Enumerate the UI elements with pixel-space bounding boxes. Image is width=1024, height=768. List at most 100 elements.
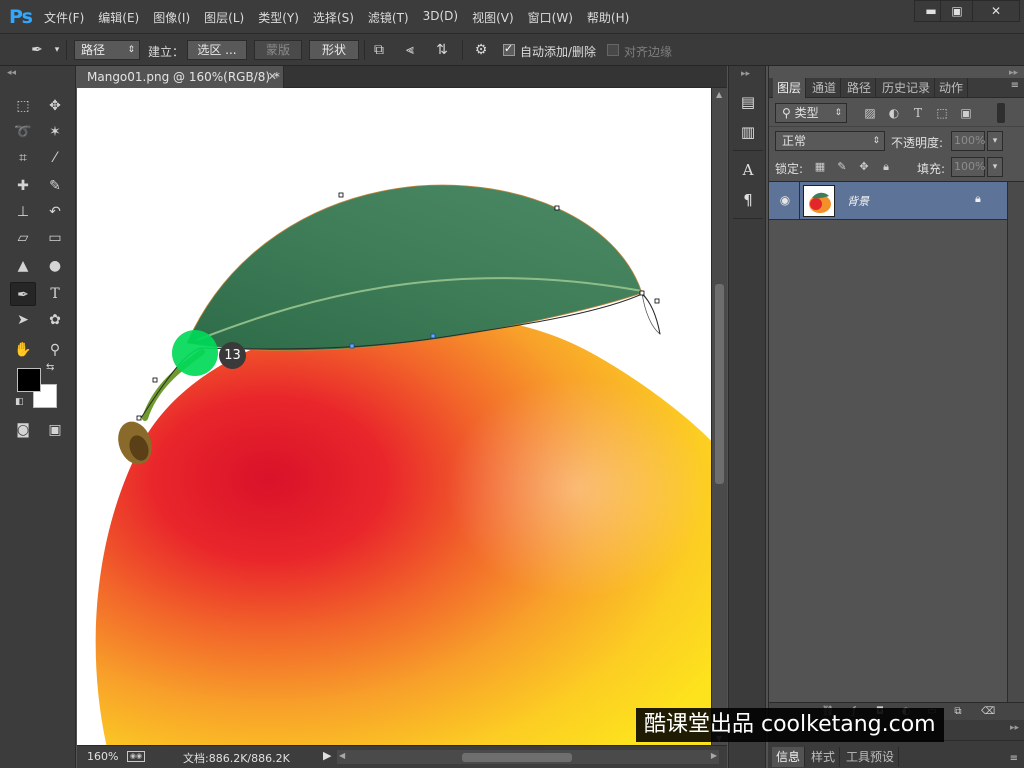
menu-image[interactable]: 图像(I) (153, 9, 190, 26)
dock-collapse-icon[interactable]: ▸▸ (741, 69, 750, 79)
menu-help[interactable]: 帮助(H) (587, 9, 629, 26)
blend-mode-select[interactable]: 正常 ⇕ (775, 131, 885, 151)
filter-kind-select[interactable]: ⚲ 类型 ⇕ (775, 103, 847, 123)
tab-channels[interactable]: 通道 (808, 78, 842, 98)
type-tool-icon[interactable]: T (42, 282, 68, 306)
lock-position-icon[interactable]: ✥ (857, 160, 871, 174)
make-shape-button[interactable]: 形状 (309, 40, 359, 60)
status-menu-arrow-icon[interactable]: ▶ (323, 749, 331, 762)
path-arrangement-icon[interactable]: ⇅ (433, 42, 451, 58)
tab-history[interactable]: 历史记录 (878, 78, 936, 98)
menu-window[interactable]: 窗口(W) (528, 9, 573, 26)
swap-colors-icon[interactable]: ⇆ (46, 362, 54, 373)
gradient-tool-icon[interactable]: ▭ (42, 226, 68, 250)
eye-icon[interactable]: ◉ (777, 193, 793, 207)
panel-collapse-icon[interactable]: ◂◂ (7, 68, 16, 78)
make-selection-button[interactable]: 选区 ... (187, 40, 247, 60)
new-layer-icon[interactable]: ⧉ (951, 705, 965, 719)
preset-dropdown-arrow-icon[interactable]: ▾ (48, 42, 66, 58)
filter-toggle[interactable] (997, 103, 1005, 123)
path-alignment-icon[interactable]: ⫷ (401, 42, 419, 58)
path-operations-icon[interactable]: ⧉ (370, 42, 388, 58)
healing-brush-tool-icon[interactable]: ✚ (10, 174, 36, 198)
adjustment-layer-filter-icon[interactable]: ◐ (887, 106, 901, 120)
menu-edit[interactable]: 编辑(E) (98, 9, 139, 26)
panel-collapse-icon[interactable]: ▸▸ (1010, 723, 1019, 733)
layer-row[interactable]: ◉ 背景 🔒︎ (769, 182, 1007, 220)
scroll-up-icon[interactable]: ▲ (716, 90, 722, 99)
tab-info[interactable]: 信息 (772, 747, 806, 767)
fill-input[interactable]: 100% (951, 157, 985, 177)
scroll-right-icon[interactable]: ▶ (711, 751, 717, 760)
document-canvas[interactable]: 13 (77, 88, 711, 745)
tab-actions[interactable]: 动作 (935, 78, 969, 98)
menu-file[interactable]: 文件(F) (44, 9, 84, 26)
close-button[interactable]: ✕ (972, 0, 1020, 22)
horizontal-scroll-thumb[interactable] (462, 753, 572, 762)
panel-menu-icon[interactable]: ≡ (1010, 753, 1018, 764)
eraser-tool-icon[interactable]: ▱ (10, 226, 36, 250)
tool-mode-select[interactable]: 路径 ⇕ (74, 40, 140, 60)
type-layer-filter-icon[interactable]: T (911, 106, 925, 120)
clone-stamp-tool-icon[interactable]: ⊥ (10, 200, 36, 224)
menu-select[interactable]: 选择(S) (313, 9, 354, 26)
document-tab[interactable]: Mango01.png @ 160%(RGB/8) * ✕ (77, 66, 284, 88)
tab-layers[interactable]: 图层 (773, 78, 807, 98)
history-brush-tool-icon[interactable]: ↶ (42, 200, 68, 224)
opacity-dropdown-icon[interactable]: ▾ (987, 131, 1003, 151)
hand-tool-icon[interactable]: ✋ (10, 338, 36, 362)
panel-menu-icon[interactable]: ≡ (1011, 80, 1019, 91)
move-tool-icon[interactable]: ✥ (42, 94, 68, 118)
custom-shape-tool-icon[interactable]: ✿ (42, 308, 68, 332)
canvas-horizontal-scrollbar[interactable]: ◀ ▶ (337, 750, 719, 764)
panel-collapse-icon[interactable]: ▸▸ (1009, 68, 1018, 78)
dodge-tool-icon[interactable]: ● (42, 254, 68, 278)
auto-add-delete-checkbox[interactable] (503, 42, 515, 56)
menu-view[interactable]: 视图(V) (472, 9, 514, 26)
scroll-left-icon[interactable]: ◀ (339, 751, 345, 760)
brush-tool-icon[interactable]: ✎ (42, 174, 68, 198)
layer-name[interactable]: 背景 (847, 193, 869, 209)
lock-pixels-icon[interactable]: ✎ (835, 160, 849, 174)
quick-mask-icon[interactable]: ◙ (10, 418, 36, 442)
lasso-tool-icon[interactable]: ➰ (10, 120, 36, 144)
zoom-level[interactable]: 160% (87, 750, 118, 763)
menu-layer[interactable]: 图层(L) (204, 9, 244, 26)
tab-styles[interactable]: 样式 (807, 747, 841, 767)
path-selection-tool-icon[interactable]: ➤ (10, 308, 36, 332)
align-edges-checkbox[interactable] (607, 44, 619, 56)
blur-tool-icon[interactable]: ▲ (10, 254, 36, 278)
vertical-scroll-thumb[interactable] (715, 284, 724, 484)
magic-wand-tool-icon[interactable]: ✶ (42, 120, 68, 144)
layers-scrollbar[interactable] (1007, 182, 1024, 702)
tab-tool-presets[interactable]: 工具预设 (842, 747, 900, 767)
tab-paths[interactable]: 路径 (843, 78, 877, 98)
make-mask-button[interactable]: 蒙版 (254, 40, 302, 60)
pixel-layer-filter-icon[interactable]: ▨ (863, 106, 877, 120)
delete-layer-icon[interactable]: ⌫ (981, 705, 995, 719)
properties-panel-icon[interactable]: ▤ (738, 92, 758, 112)
smart-object-filter-icon[interactable]: ▣ (959, 106, 973, 120)
default-colors-icon[interactable]: ◧ (15, 397, 24, 407)
character-panel-icon[interactable]: A (738, 160, 758, 180)
zoom-tool-icon[interactable]: ⚲ (42, 338, 68, 362)
screen-mode-icon[interactable]: ▣ (42, 418, 68, 442)
lock-all-icon[interactable]: 🔒︎ (879, 160, 893, 174)
fill-dropdown-icon[interactable]: ▾ (987, 157, 1003, 177)
adjustments-panel-icon[interactable]: ▥ (738, 122, 758, 142)
menu-type[interactable]: 类型(Y) (258, 9, 299, 26)
marquee-tool-icon[interactable]: ⬚ (10, 94, 36, 118)
pen-tool-icon[interactable]: ✒ (10, 282, 36, 306)
canvas-vertical-scrollbar[interactable]: ▲ ▼ (711, 88, 727, 745)
foreground-color-swatch[interactable] (17, 368, 41, 392)
menu-filter[interactable]: 滤镜(T) (368, 9, 409, 26)
close-tab-icon[interactable]: ✕ (268, 66, 277, 88)
eyedropper-tool-icon[interactable]: ⁄ (42, 146, 68, 170)
maximize-button[interactable]: ▣ (940, 0, 974, 22)
paragraph-panel-icon[interactable]: ¶ (738, 190, 758, 210)
opacity-input[interactable]: 100% (951, 131, 985, 151)
pen-tool-preset-icon[interactable]: ✒ (28, 42, 46, 58)
menu-3d[interactable]: 3D(D) (423, 9, 458, 26)
shape-layer-filter-icon[interactable]: ⬚ (935, 106, 949, 120)
lock-transparency-icon[interactable]: ▦ (813, 160, 827, 174)
